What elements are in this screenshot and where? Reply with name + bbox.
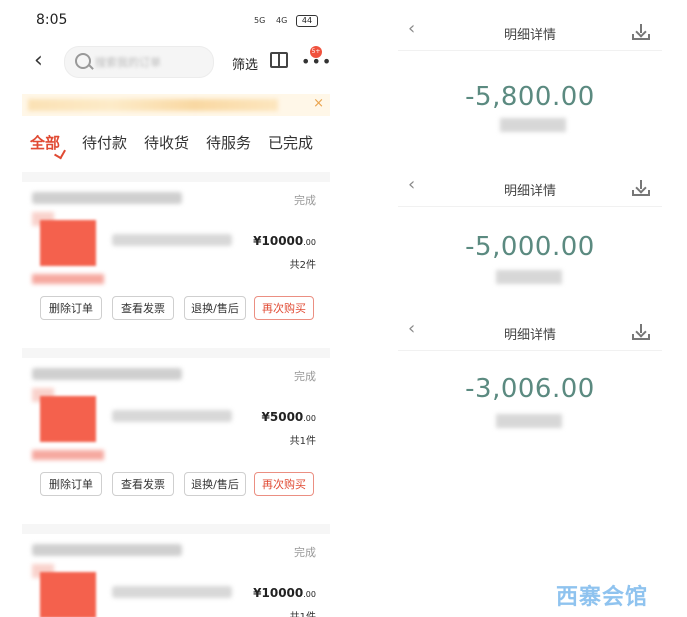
buy-again-button[interactable]: 再次购买	[254, 472, 314, 496]
status-bar: 8:05 5G 4G 44	[22, 12, 330, 32]
order-price: ¥5000.00	[261, 410, 316, 424]
search-placeholder: 搜索我的订单	[95, 56, 161, 69]
tab-all[interactable]: 全部	[30, 132, 60, 153]
tab-pending-payment[interactable]: 待付款	[82, 132, 127, 153]
item-count: 共1件	[289, 436, 316, 447]
order-price: ¥10000.00	[253, 586, 316, 600]
message-badge: 5+	[310, 46, 322, 58]
order-actions: 删除订单 查看发票 退换/售后 再次购买	[40, 296, 330, 322]
promo-text-blurred	[32, 450, 104, 460]
signal-5g-icon: 5G	[254, 16, 266, 25]
detail-header: ‹ 明细详情	[398, 14, 662, 51]
shop-name-blurred	[32, 544, 182, 556]
merchant-blurred	[500, 118, 566, 132]
shop-name-blurred	[32, 368, 182, 380]
buy-again-button[interactable]: 再次购买	[254, 296, 314, 320]
return-service-button[interactable]: 退换/售后	[184, 296, 246, 320]
transaction-amount: -5,800.00	[465, 82, 595, 112]
detail-header: ‹ 明细详情	[398, 170, 662, 207]
tab-pending-service[interactable]: 待服务	[206, 132, 251, 153]
back-icon[interactable]: ‹	[34, 48, 43, 73]
top-bar: ‹ 搜索我的订单 筛选 ••• 5+	[22, 42, 330, 82]
signal-4g-icon: 4G	[276, 16, 288, 25]
order-status: 完成	[294, 370, 316, 383]
detail-header: ‹ 明细详情	[398, 314, 662, 351]
item-count: 共2件	[289, 260, 316, 271]
detail-title: 明细详情	[503, 184, 556, 199]
search-icon	[75, 53, 91, 69]
download-tray-icon	[632, 334, 650, 340]
product-image[interactable]	[40, 396, 96, 442]
order-card[interactable]: 完成 ¥10000.00 共1件	[22, 524, 330, 617]
detail-card: ‹ 明细详情 -3,006.00	[398, 314, 662, 444]
return-service-button[interactable]: 退换/售后	[184, 472, 246, 496]
product-name-blurred	[112, 410, 232, 422]
tab-completed[interactable]: 已完成	[268, 132, 313, 153]
detail-title: 明细详情	[503, 328, 556, 343]
order-actions: 删除订单 查看发票 退换/售后 再次购买	[40, 472, 330, 498]
merchant-blurred	[496, 414, 562, 428]
shop-name-blurred	[32, 192, 182, 204]
order-tabs: 全部 待付款 待收货 待服务 已完成	[22, 132, 330, 158]
view-invoice-button[interactable]: 查看发票	[112, 472, 174, 496]
merchant-blurred	[496, 270, 562, 284]
battery-icon: 44	[296, 15, 318, 27]
download-tray-icon	[632, 190, 650, 196]
detail-title: 明细详情	[503, 28, 556, 43]
order-status: 完成	[294, 546, 316, 559]
transaction-amount: -3,006.00	[465, 374, 595, 404]
search-input[interactable]: 搜索我的订单	[64, 46, 214, 78]
product-image[interactable]	[40, 220, 96, 266]
tab-pending-receipt[interactable]: 待收货	[144, 132, 189, 153]
download-tray-icon	[632, 34, 650, 40]
order-price: ¥10000.00	[253, 234, 316, 248]
delete-order-button[interactable]: 删除订单	[40, 296, 102, 320]
status-time: 8:05	[36, 12, 68, 28]
order-card[interactable]: 完成 ¥5000.00 共1件 删除订单 查看发票 退换/售后 再次购买	[22, 348, 330, 534]
item-count: 共1件	[290, 608, 316, 617]
delete-order-button[interactable]: 删除订单	[40, 472, 102, 496]
notice-banner: ×	[22, 94, 330, 116]
view-invoice-button[interactable]: 查看发票	[112, 296, 174, 320]
product-name-blurred	[112, 234, 232, 246]
product-image[interactable]	[40, 572, 96, 617]
order-card[interactable]: 完成 ¥10000.00 共2件 删除订单 查看发票 退换/售后 再次购买	[22, 172, 330, 358]
gift-icon[interactable]	[270, 52, 288, 68]
detail-card: ‹ 明细详情 -5,800.00	[398, 14, 662, 154]
detail-card: ‹ 明细详情 -5,000.00	[398, 170, 662, 310]
order-list-screen: 8:05 5G 4G 44 ‹ 搜索我的订单 筛选 ••• 5+ × 全部 待付…	[22, 0, 330, 617]
promo-text-blurred	[32, 274, 104, 284]
transaction-amount: -5,000.00	[465, 232, 595, 262]
watermark-logo: 西寨会馆	[556, 585, 649, 610]
notice-text-blurred	[28, 99, 278, 111]
close-icon[interactable]: ×	[313, 96, 324, 111]
product-name-blurred	[112, 586, 232, 598]
order-status: 完成	[294, 194, 316, 207]
filter-button[interactable]: 筛选	[232, 54, 258, 73]
